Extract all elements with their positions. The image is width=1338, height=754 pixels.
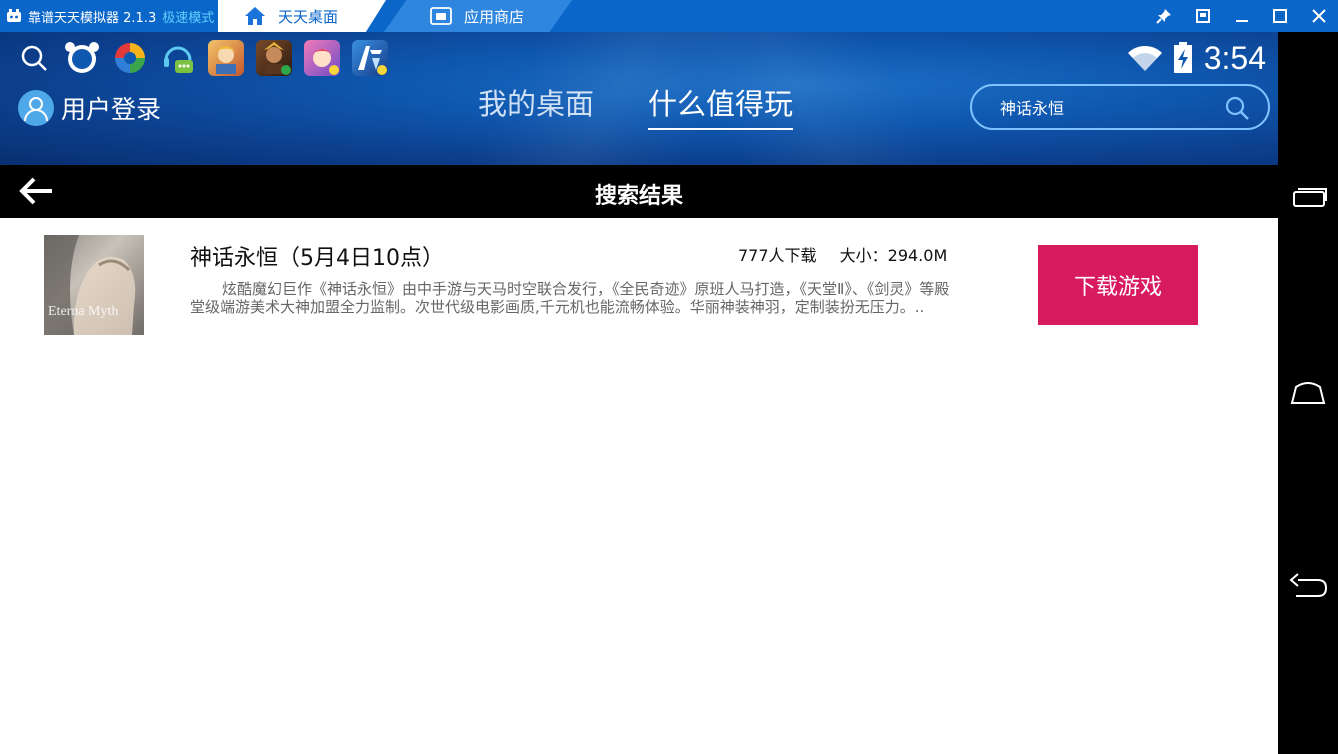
- close-button[interactable]: [1300, 0, 1338, 32]
- game-app-2-icon: [264, 42, 291, 75]
- tab-app-store-label: 应用商店: [464, 7, 525, 26]
- app-name: 靠谱天天模拟器 2.1.3: [28, 10, 157, 26]
- game-artwork: [44, 235, 136, 335]
- clock: 3:54: [1203, 39, 1266, 76]
- quick-app-game-3[interactable]: [304, 40, 340, 76]
- game-app-3-icon: [311, 49, 339, 75]
- status-bar: 3:54: [1126, 38, 1266, 78]
- quick-app-game-2[interactable]: [256, 40, 292, 76]
- list-item[interactable]: Eterna Myth 神话永恒（5月4日10点） 777人下载 大小：294.…: [0, 218, 1278, 348]
- tab-app-store[interactable]: 应用商店: [384, 0, 572, 32]
- bear-icon: [65, 42, 99, 73]
- search-results-header: 搜索结果: [0, 165, 1278, 218]
- game-app-1-icon: [216, 46, 236, 74]
- app-logo-icon: [7, 9, 21, 22]
- tab-whats-worth-playing[interactable]: 什么值得玩: [648, 84, 794, 130]
- tab-desktop[interactable]: 天天桌面: [218, 0, 386, 32]
- game-description: 炫酷魔幻巨作《神话永恒》由中手游与天马时空联合发行，《全民奇迹》原班人马打造，《…: [190, 280, 950, 316]
- pin-icon: [1156, 9, 1171, 24]
- file-size: 大小：294.0M: [839, 246, 948, 265]
- home-nav-icon[interactable]: [1288, 377, 1328, 407]
- tab-desktop-label: 天天桌面: [278, 7, 339, 26]
- game-name[interactable]: 神话永恒（5月4日10点）: [190, 240, 444, 272]
- maximize-icon: [1273, 9, 1287, 23]
- maximize-button[interactable]: [1261, 0, 1299, 32]
- download-count: 777人下载: [738, 246, 817, 265]
- speed-mode-label[interactable]: 极速模式: [162, 7, 214, 26]
- user-icon: [24, 97, 48, 122]
- page-title: 搜索结果: [594, 184, 683, 209]
- user-login[interactable]: 用户登录: [18, 90, 161, 126]
- launcher-header: 3:54 用户登录 我的桌面 什么值得玩 神话永恒: [0, 32, 1278, 165]
- minimize-button[interactable]: [1223, 0, 1261, 32]
- android-nav-bar: [1278, 32, 1338, 754]
- quick-app-game-4[interactable]: [352, 40, 388, 76]
- search-submit-icon[interactable]: [1224, 95, 1250, 121]
- chat-app-icon: [164, 46, 193, 73]
- thumb-logo-text: Eterna Myth: [48, 304, 119, 319]
- quick-search-button[interactable]: [16, 40, 52, 76]
- minimize-icon: [1236, 20, 1248, 22]
- battery-charging-icon: [1173, 42, 1192, 73]
- wifi-icon: [1127, 45, 1162, 71]
- game-app-4-icon: [358, 46, 387, 75]
- search-input[interactable]: 神话永恒: [970, 84, 1270, 130]
- login-label: 用户登录: [61, 95, 162, 124]
- home-icon: [245, 7, 265, 25]
- tab-my-desktop[interactable]: 我的桌面: [478, 84, 594, 130]
- quick-app-colorful[interactable]: [112, 40, 148, 76]
- store-icon: [430, 7, 452, 25]
- game-thumbnail[interactable]: Eterna Myth: [44, 235, 144, 335]
- download-game-button[interactable]: 下载游戏: [1038, 245, 1198, 325]
- window-mode-icon: [1196, 9, 1210, 23]
- window-titlebar: 靠谱天天模拟器 2.1.3 极速模式 天天桌面 应用商店: [0, 0, 1338, 32]
- app-title: 靠谱天天模拟器 2.1.3 极速模式: [6, 0, 214, 32]
- quick-app-game-1[interactable]: [208, 40, 244, 76]
- search-query: 神话永恒: [1000, 99, 1065, 118]
- window-mode-button[interactable]: [1184, 0, 1222, 32]
- recent-apps-icon[interactable]: [1288, 182, 1328, 212]
- quick-app-bear[interactable]: [64, 40, 100, 76]
- back-nav-icon[interactable]: [1288, 572, 1328, 602]
- android-screen: 3:54 用户登录 我的桌面 什么值得玩 神话永恒 搜索结果 Eterna My…: [0, 32, 1278, 754]
- pin-button[interactable]: [1145, 0, 1183, 32]
- quick-app-chat[interactable]: [160, 40, 196, 76]
- search-icon: [21, 45, 47, 71]
- colorful-app-icon: [115, 43, 145, 73]
- game-stats: 777人下载 大小：294.0M: [738, 242, 947, 266]
- close-icon: [1312, 9, 1326, 23]
- avatar: [18, 90, 54, 126]
